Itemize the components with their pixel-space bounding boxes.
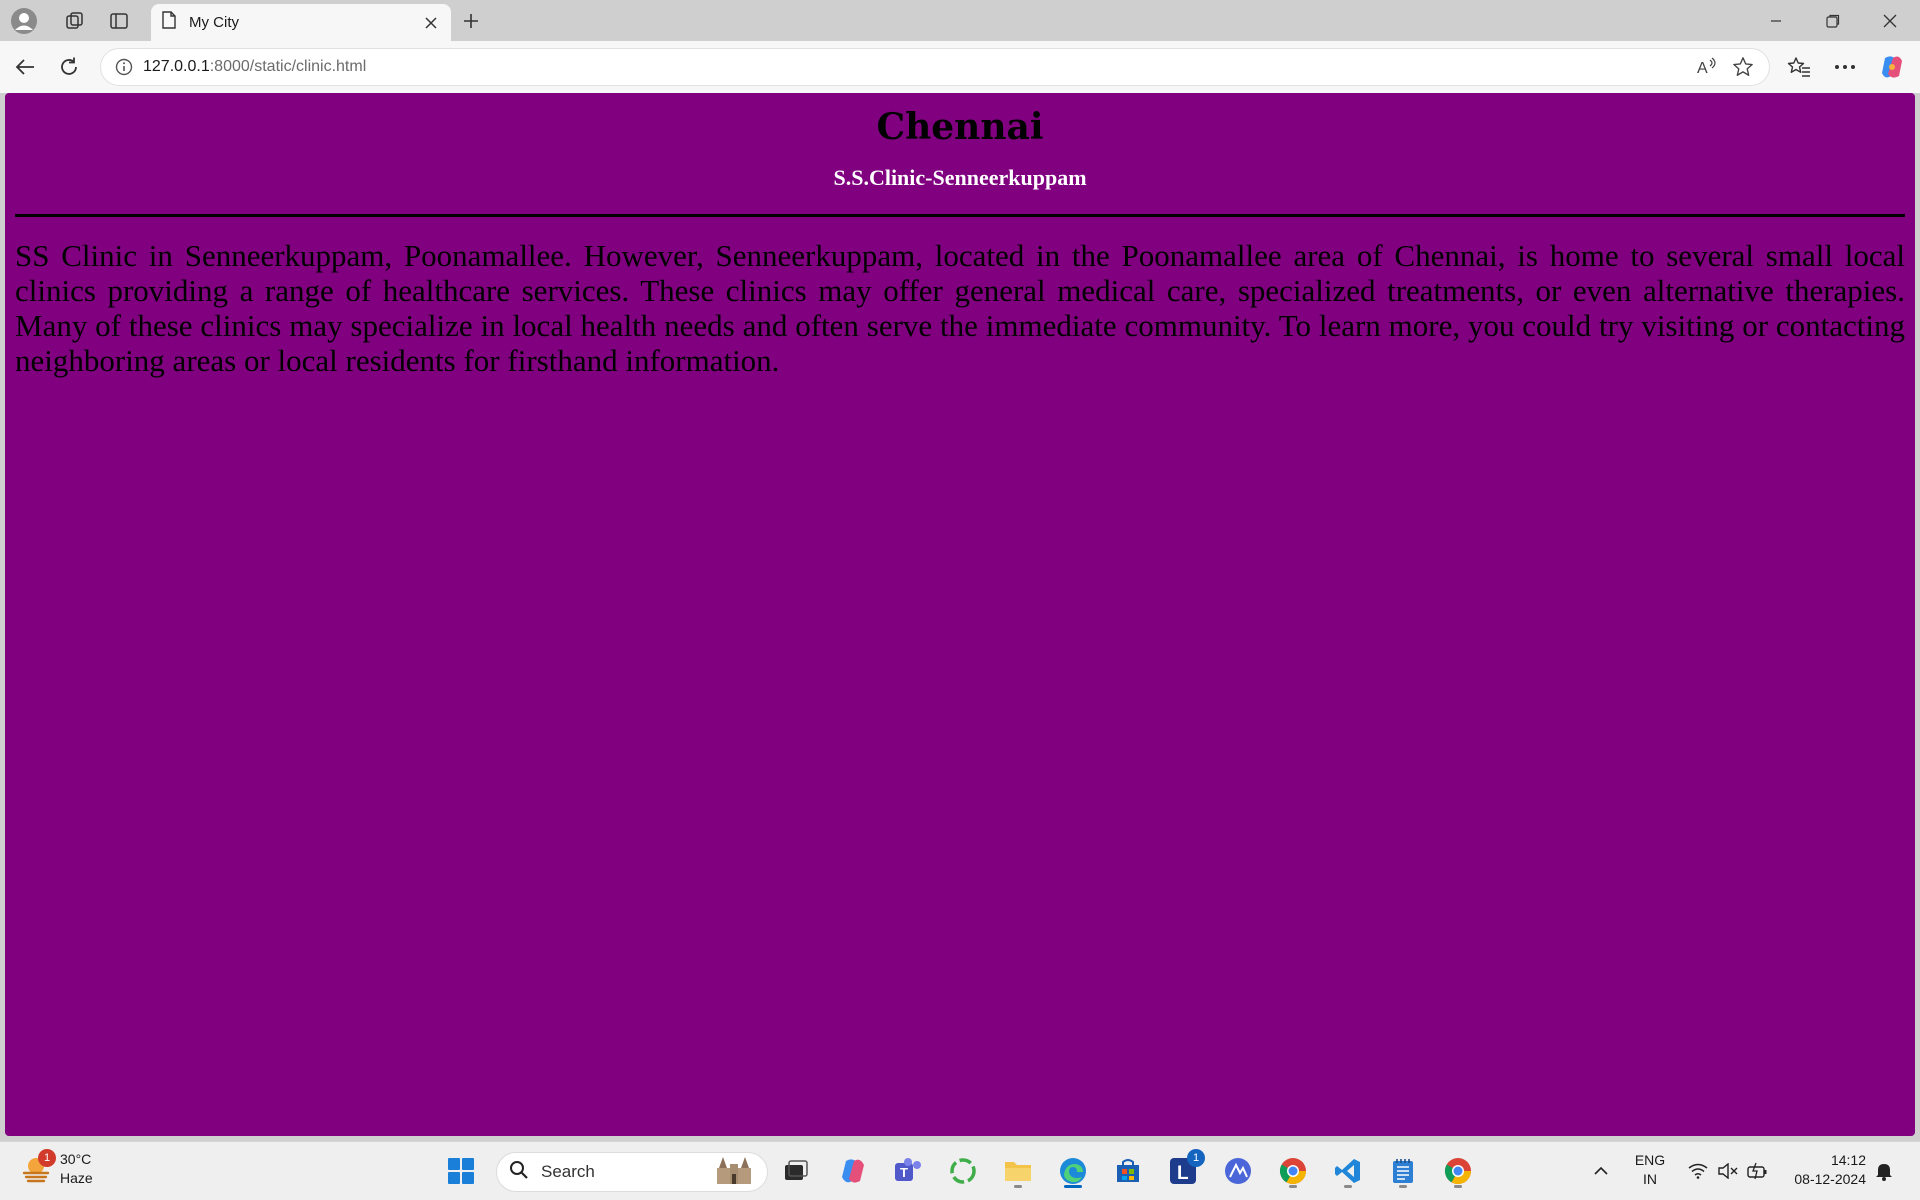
- launcher-badge: 1: [1187, 1149, 1205, 1167]
- lang-line-1: ENG: [1634, 1152, 1666, 1168]
- teams-icon[interactable]: T: [888, 1151, 928, 1191]
- running-indicator: [1454, 1185, 1462, 1188]
- workspaces-icon[interactable]: [60, 6, 90, 36]
- circular-app-icon[interactable]: [943, 1151, 983, 1191]
- store-icon[interactable]: [1108, 1151, 1148, 1191]
- copilot-icon[interactable]: [1876, 51, 1908, 83]
- lang-line-2: IN: [1643, 1171, 1657, 1187]
- tab-my-city[interactable]: My City: [151, 4, 451, 41]
- favorite-star-icon[interactable]: [1725, 49, 1761, 85]
- close-tab-icon[interactable]: [417, 9, 445, 37]
- notepad-icon[interactable]: [1383, 1151, 1423, 1191]
- back-icon[interactable]: [9, 51, 41, 83]
- close-window-icon[interactable]: [1862, 4, 1918, 38]
- page-viewport: Chennai S.S.Clinic-Senneerkuppam SS Clin…: [5, 93, 1915, 1136]
- site-info-icon[interactable]: [107, 50, 141, 84]
- start-windows-icon[interactable]: [441, 1151, 481, 1191]
- notification-bell-icon[interactable]: [1866, 1151, 1902, 1191]
- chrome-icon-2[interactable]: [1438, 1151, 1478, 1191]
- search-highlight-cathedral-icon: [713, 1154, 755, 1191]
- vscode-icon[interactable]: [1328, 1151, 1368, 1191]
- address-bar[interactable]: 127.0.0.1:8000/static/clinic.html A: [100, 48, 1770, 86]
- weather-badge: 1: [38, 1149, 56, 1167]
- search-label: Search: [541, 1162, 595, 1181]
- search-icon: [509, 1160, 529, 1185]
- favorites-icon[interactable]: [1783, 51, 1815, 83]
- chevron-up-icon[interactable]: [1583, 1151, 1619, 1191]
- launcher-l-icon[interactable]: L 1: [1163, 1149, 1205, 1191]
- clock-time: 14:12: [1830, 1152, 1866, 1168]
- page-heading: Chennai: [876, 106, 1044, 148]
- minimize-icon[interactable]: [1748, 4, 1804, 38]
- svg-text:L: L: [1177, 1163, 1189, 1184]
- chrome-icon[interactable]: [1273, 1151, 1313, 1191]
- tab-actions-icon[interactable]: [104, 6, 134, 36]
- language-indicator[interactable]: ENG IN: [1628, 1151, 1672, 1189]
- more-options-icon[interactable]: [1829, 51, 1861, 83]
- clock-date: 08-12-2024: [1794, 1171, 1866, 1187]
- url-host: 127.0.0.1: [143, 58, 210, 75]
- clock[interactable]: 14:12 08-12-2024: [1782, 1151, 1866, 1189]
- refresh-icon[interactable]: [53, 51, 85, 83]
- taskbar-search[interactable]: Search: [496, 1152, 768, 1192]
- file-explorer-icon[interactable]: [998, 1151, 1038, 1191]
- vpn-app-icon[interactable]: [1218, 1151, 1258, 1191]
- page-icon: [161, 11, 177, 34]
- tab-title: My City: [189, 14, 239, 31]
- restore-icon[interactable]: [1805, 4, 1861, 38]
- running-indicator: [1399, 1185, 1407, 1188]
- task-view-icon[interactable]: [776, 1151, 816, 1191]
- windows-taskbar: 1 30°C Haze Search T L 1 ENG IN 14:12 08…: [0, 1141, 1920, 1200]
- page-subheading: S.S.Clinic-Senneerkuppam: [833, 165, 1087, 190]
- svg-text:A: A: [1697, 60, 1708, 77]
- running-indicator: [1344, 1185, 1352, 1188]
- url-text[interactable]: 127.0.0.1:8000/static/clinic.html: [143, 58, 1689, 76]
- edge-icon[interactable]: [1053, 1151, 1093, 1191]
- weather-desc: Haze: [60, 1170, 93, 1186]
- copilot-app-icon[interactable]: [833, 1151, 873, 1191]
- url-path: :8000/static/clinic.html: [209, 58, 367, 75]
- running-indicator: [1289, 1185, 1297, 1188]
- browser-titlebar: My City: [0, 0, 1920, 41]
- profile-icon[interactable]: [9, 6, 39, 36]
- new-tab-icon[interactable]: [456, 6, 486, 36]
- battery-charging-icon[interactable]: [1740, 1151, 1776, 1191]
- page-paragraph: SS Clinic in Senneerkuppam, Poonamallee.…: [15, 238, 1905, 378]
- weather-widget[interactable]: 1 30°C Haze: [20, 1149, 93, 1188]
- browser-toolbar: 127.0.0.1:8000/static/clinic.html A: [0, 41, 1920, 93]
- svg-text:T: T: [900, 1165, 908, 1180]
- running-indicator: [1014, 1185, 1022, 1188]
- read-aloud-icon[interactable]: A: [1689, 49, 1725, 85]
- weather-temp: 30°C: [60, 1151, 92, 1167]
- page-divider: [15, 214, 1905, 217]
- weather-haze-icon: 1: [20, 1149, 56, 1185]
- active-indicator: [1064, 1185, 1082, 1188]
